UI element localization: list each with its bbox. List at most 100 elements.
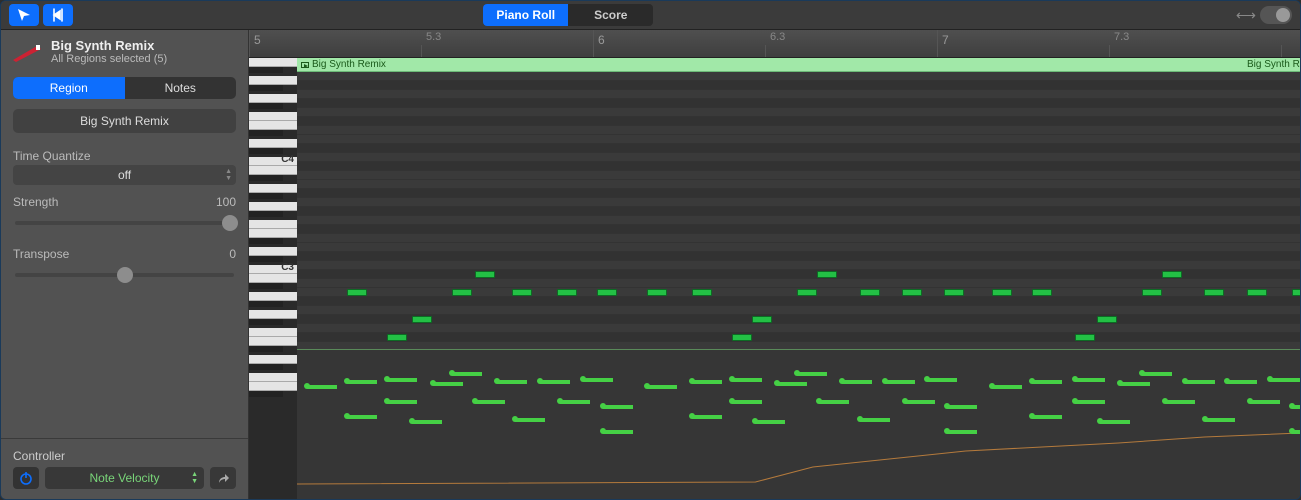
velocity-event[interactable] [647,385,677,389]
black-key[interactable] [249,193,283,199]
white-key[interactable] [249,202,297,211]
midi-note[interactable] [992,289,1012,296]
white-key[interactable] [249,121,297,130]
velocity-event[interactable] [603,430,633,434]
white-key[interactable] [249,229,297,238]
black-key[interactable] [249,319,283,325]
velocity-event[interactable] [905,400,935,404]
white-key[interactable] [249,274,297,283]
black-key[interactable] [249,256,283,262]
tab-piano-roll[interactable]: Piano Roll [483,4,568,26]
midi-note[interactable] [512,289,532,296]
white-key[interactable] [249,94,297,103]
black-key[interactable] [249,301,283,307]
midi-note[interactable] [1162,271,1182,278]
black-key[interactable] [249,175,283,181]
white-key[interactable] [249,76,297,85]
midi-note[interactable] [1075,334,1095,341]
midi-note[interactable] [752,316,772,323]
velocity-event[interactable] [540,380,570,384]
velocity-event[interactable] [819,400,849,404]
velocity-event[interactable] [692,380,722,384]
velocity-event[interactable] [1032,415,1062,419]
controller-mode-select[interactable]: Note Velocity ▲▼ [45,467,204,489]
black-key[interactable] [249,103,283,109]
midi-note[interactable] [1032,289,1052,296]
midi-note[interactable] [860,289,880,296]
velocity-event[interactable] [692,415,722,419]
catch-playhead-button[interactable] [43,4,73,26]
velocity-event[interactable] [992,385,1022,389]
velocity-event[interactable] [885,380,915,384]
velocity-event[interactable] [515,418,545,422]
velocity-event[interactable] [732,378,762,382]
velocity-event[interactable] [452,372,482,376]
velocity-event[interactable] [797,372,827,376]
velocity-event[interactable] [475,400,505,404]
midi-note[interactable] [387,334,407,341]
midi-note[interactable] [902,289,922,296]
midi-note[interactable] [944,289,964,296]
velocity-event[interactable] [1165,400,1195,404]
black-key[interactable] [249,67,283,73]
transpose-slider[interactable] [15,273,234,277]
velocity-event[interactable] [583,378,613,382]
velocity-event[interactable] [1292,430,1300,434]
midi-note[interactable] [1292,289,1300,296]
midi-note[interactable] [797,289,817,296]
black-key[interactable] [249,346,283,352]
timeline-ruler[interactable]: 5675.36.37.3 [249,30,1300,58]
velocity-event[interactable] [1075,378,1105,382]
midi-note[interactable] [647,289,667,296]
midi-note[interactable] [1247,289,1267,296]
pointer-tool-button[interactable] [9,4,39,26]
white-key[interactable] [249,112,297,121]
velocity-event[interactable] [497,380,527,384]
velocity-event[interactable] [1032,380,1062,384]
midi-note[interactable] [817,271,837,278]
velocity-event[interactable] [1100,420,1130,424]
midi-region[interactable]: Big Synth Remix [297,58,1243,72]
white-key[interactable] [249,292,297,301]
midi-note[interactable] [1204,289,1224,296]
velocity-event[interactable] [842,380,872,384]
midi-note[interactable] [347,289,367,296]
strength-slider[interactable] [15,221,234,225]
velocity-event[interactable] [387,378,417,382]
black-key[interactable] [249,211,283,217]
midi-region[interactable]: Big Synth R [1243,58,1300,72]
velocity-event[interactable] [412,420,442,424]
piano-roll-grid[interactable]: Big Synth RemixBig Synth R [297,58,1300,499]
black-key[interactable] [249,85,283,91]
velocity-event[interactable] [947,430,977,434]
velocity-event[interactable] [732,400,762,404]
velocity-event[interactable] [927,378,957,382]
controller-power-button[interactable] [13,467,39,489]
white-key[interactable] [249,373,297,382]
white-key[interactable] [249,58,297,67]
velocity-event[interactable] [433,382,463,386]
velocity-event[interactable] [347,380,377,384]
tab-score[interactable]: Score [568,4,653,26]
white-key[interactable] [249,184,297,193]
white-key[interactable] [249,328,297,337]
midi-note[interactable] [732,334,752,341]
midi-note[interactable] [692,289,712,296]
piano-keyboard[interactable]: C4C3 [249,58,297,499]
velocity-event[interactable] [860,418,890,422]
velocity-event[interactable] [387,400,417,404]
midi-note[interactable] [1097,316,1117,323]
white-key[interactable] [249,310,297,319]
velocity-event[interactable] [1205,418,1235,422]
velocity-event[interactable] [777,382,807,386]
velocity-event[interactable] [755,420,785,424]
white-key[interactable] [249,337,297,346]
midi-note[interactable] [597,289,617,296]
midi-note[interactable] [1142,289,1162,296]
controller-share-button[interactable] [210,467,236,489]
white-key[interactable] [249,247,297,256]
black-key[interactable] [249,364,283,370]
velocity-event[interactable] [603,405,633,409]
midi-note[interactable] [475,271,495,278]
region-name-field[interactable]: Big Synth Remix [13,109,236,133]
